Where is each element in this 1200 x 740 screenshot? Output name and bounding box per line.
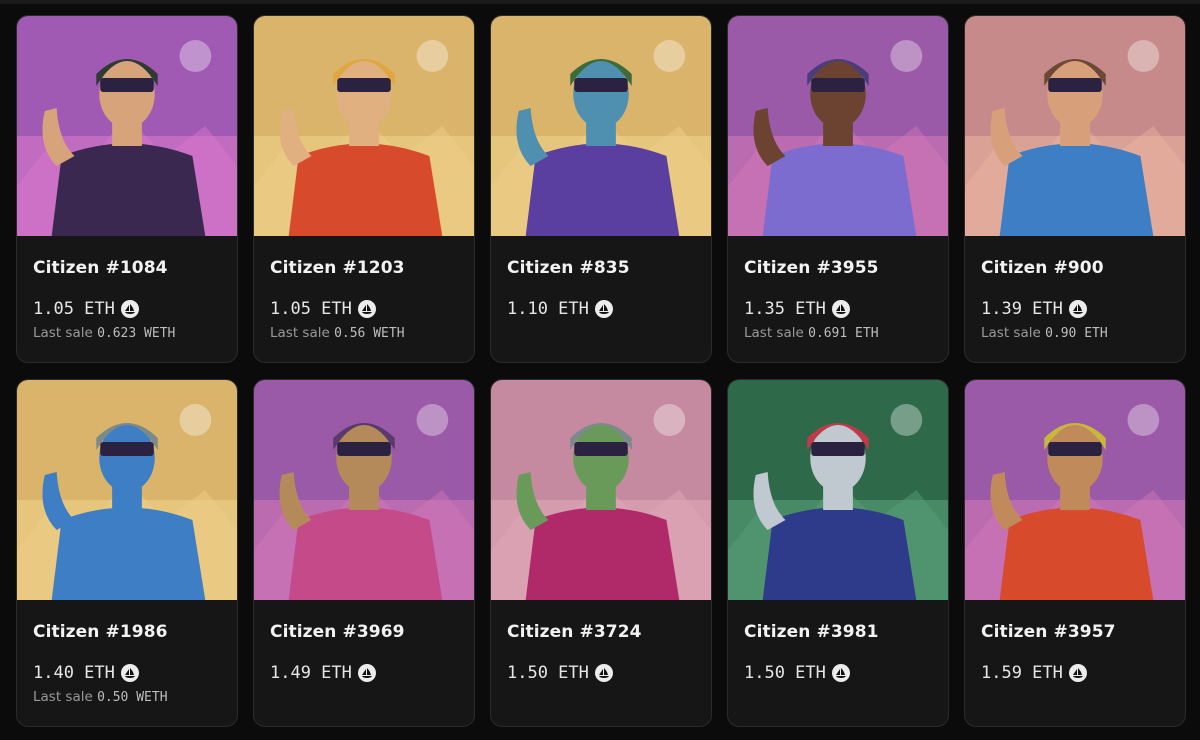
citizen-name[interactable]: Citizen #3955 [744, 256, 932, 280]
price-value: 1.59 ETH [981, 663, 1063, 683]
citizen-artwork-image [491, 380, 711, 600]
nft-artwork[interactable] [491, 380, 711, 600]
last-sale: Last sale 0.623 WETH [33, 324, 221, 342]
price-value: 1.50 ETH [744, 663, 826, 683]
price-row: 1.39 ETH [981, 298, 1169, 320]
price-row: 1.10 ETH [507, 298, 695, 320]
citizen-name[interactable]: Citizen #3724 [507, 620, 695, 644]
opensea-icon [831, 300, 850, 318]
price-row: 1.49 ETH [270, 662, 458, 684]
nft-card-6[interactable]: Citizen #1986 1.40 ETH Last sale 0.50 WE… [16, 379, 238, 727]
last-sale-value: 0.50 WETH [97, 690, 168, 705]
price-row: 1.50 ETH [744, 662, 932, 684]
nft-artwork[interactable] [17, 16, 237, 236]
price-value: 1.10 ETH [507, 299, 589, 319]
price-row: 1.05 ETH [270, 298, 458, 320]
nft-card-1[interactable]: Citizen #1084 1.05 ETH Last sale 0.623 W… [16, 15, 238, 363]
nft-artwork[interactable] [728, 380, 948, 600]
price-row: 1.05 ETH [33, 298, 221, 320]
last-sale-value: 0.691 ETH [808, 326, 879, 341]
price-value: 1.40 ETH [33, 663, 115, 683]
nft-artwork[interactable] [254, 380, 474, 600]
nft-card-9[interactable]: Citizen #3981 1.50 ETH [727, 379, 949, 727]
nft-card-5[interactable]: Citizen #900 1.39 ETH Last sale 0.90 ETH [964, 15, 1186, 363]
opensea-icon [120, 664, 139, 682]
citizen-name[interactable]: Citizen #1986 [33, 620, 221, 644]
nft-artwork[interactable] [728, 16, 948, 236]
last-sale-value: 0.56 WETH [334, 326, 405, 341]
opensea-icon [831, 664, 850, 682]
opensea-icon [1068, 664, 1087, 682]
opensea-icon [594, 664, 613, 682]
citizen-artwork-image [728, 16, 948, 236]
opensea-icon [357, 300, 376, 318]
citizen-artwork-image [254, 16, 474, 236]
price-value: 1.05 ETH [270, 299, 352, 319]
top-divider [0, 0, 1200, 4]
nft-artwork[interactable] [491, 16, 711, 236]
last-sale-label: Last sale [33, 325, 98, 341]
citizen-artwork-image [965, 380, 1185, 600]
nft-artwork[interactable] [965, 16, 1185, 236]
citizen-artwork-image [965, 16, 1185, 236]
last-sale: Last sale 0.691 ETH [744, 324, 932, 342]
citizen-name[interactable]: Citizen #900 [981, 256, 1169, 280]
opensea-icon [1068, 300, 1087, 318]
opensea-icon [594, 300, 613, 318]
citizen-artwork-image [17, 16, 237, 236]
nft-grid: Citizen #1084 1.05 ETH Last sale 0.623 W… [16, 15, 1186, 727]
citizen-name[interactable]: Citizen #3969 [270, 620, 458, 644]
nft-card-3[interactable]: Citizen #835 1.10 ETH [490, 15, 712, 363]
citizen-artwork-image [491, 16, 711, 236]
citizen-name[interactable]: Citizen #3981 [744, 620, 932, 644]
price-row: 1.40 ETH [33, 662, 221, 684]
nft-card-8[interactable]: Citizen #3724 1.50 ETH [490, 379, 712, 727]
price-value: 1.39 ETH [981, 299, 1063, 319]
citizen-artwork-image [728, 380, 948, 600]
nft-card-4[interactable]: Citizen #3955 1.35 ETH Last sale 0.691 E… [727, 15, 949, 363]
price-row: 1.59 ETH [981, 662, 1169, 684]
nft-card-10[interactable]: Citizen #3957 1.59 ETH [964, 379, 1186, 727]
last-sale-label: Last sale [270, 325, 335, 341]
citizen-name[interactable]: Citizen #835 [507, 256, 695, 280]
price-row: 1.35 ETH [744, 298, 932, 320]
nft-artwork[interactable] [17, 380, 237, 600]
citizen-artwork-image [254, 380, 474, 600]
nft-artwork[interactable] [254, 16, 474, 236]
last-sale: Last sale 0.90 ETH [981, 324, 1169, 342]
nft-card-7[interactable]: Citizen #3969 1.49 ETH [253, 379, 475, 727]
price-row: 1.50 ETH [507, 662, 695, 684]
last-sale-label: Last sale [981, 325, 1046, 341]
price-value: 1.05 ETH [33, 299, 115, 319]
last-sale-value: 0.90 ETH [1045, 326, 1108, 341]
opensea-icon [357, 664, 376, 682]
opensea-icon [120, 300, 139, 318]
last-sale-label: Last sale [33, 689, 98, 705]
last-sale: Last sale 0.56 WETH [270, 324, 458, 342]
price-value: 1.35 ETH [744, 299, 826, 319]
nft-artwork[interactable] [965, 380, 1185, 600]
price-value: 1.49 ETH [270, 663, 352, 683]
last-sale: Last sale 0.50 WETH [33, 688, 221, 706]
citizen-name[interactable]: Citizen #1203 [270, 256, 458, 280]
citizen-artwork-image [17, 380, 237, 600]
price-value: 1.50 ETH [507, 663, 589, 683]
nft-card-2[interactable]: Citizen #1203 1.05 ETH Last sale 0.56 WE… [253, 15, 475, 363]
last-sale-value: 0.623 WETH [97, 326, 176, 341]
citizen-name[interactable]: Citizen #3957 [981, 620, 1169, 644]
citizen-name[interactable]: Citizen #1084 [33, 256, 221, 280]
last-sale-label: Last sale [744, 325, 809, 341]
